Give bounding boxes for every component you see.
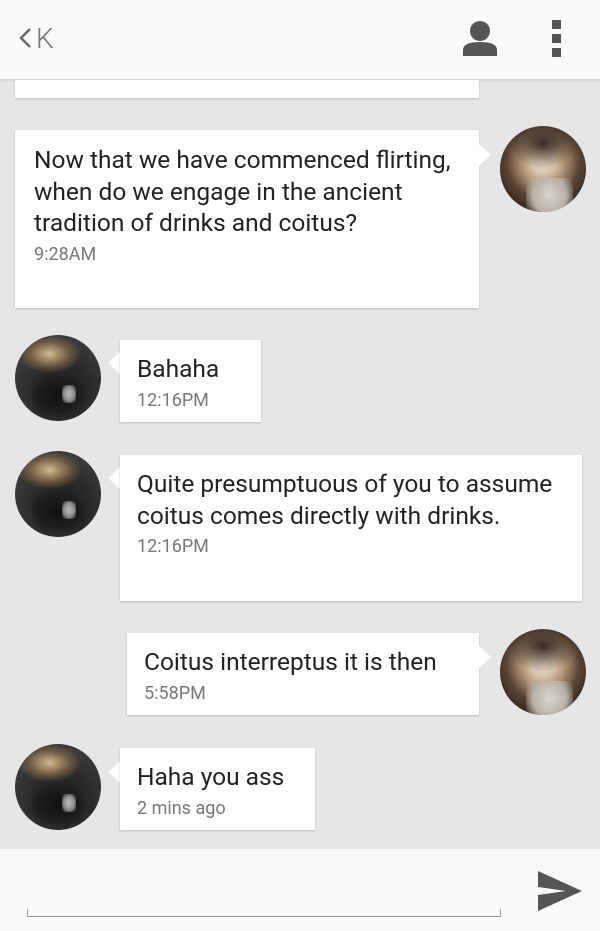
message-time: 12:16PM bbox=[137, 536, 209, 557]
my-avatar[interactable] bbox=[500, 126, 586, 212]
message-bubble: Haha you ass 2 mins ago bbox=[120, 748, 315, 830]
send-icon[interactable] bbox=[536, 867, 584, 915]
contact-avatar[interactable] bbox=[15, 451, 101, 537]
contact-avatar[interactable] bbox=[15, 744, 101, 830]
input-underline-edge bbox=[27, 909, 28, 917]
message-text: Coitus interreptus it is then bbox=[144, 647, 437, 676]
back-button[interactable]: K bbox=[18, 18, 54, 58]
person-icon[interactable] bbox=[463, 20, 497, 56]
bubble-tail bbox=[479, 646, 491, 668]
bubble-tail bbox=[108, 352, 120, 374]
chevron-left-icon bbox=[19, 28, 31, 48]
input-underline-edge bbox=[500, 909, 501, 917]
message-time: 2 mins ago bbox=[137, 797, 226, 819]
message-bubble: Quite presumptuous of you to assume coit… bbox=[120, 455, 582, 601]
message-time: 12:16PM bbox=[137, 389, 209, 411]
message-input[interactable] bbox=[27, 871, 501, 917]
message-bubble: Now that we have commenced flirting, whe… bbox=[15, 130, 479, 308]
bubble-tail bbox=[108, 467, 120, 489]
message-text: Now that we have commenced flirting, whe… bbox=[34, 145, 451, 237]
message-time: 5:58PM bbox=[144, 682, 206, 704]
contact-avatar[interactable] bbox=[15, 335, 101, 421]
compose-bar bbox=[0, 849, 600, 931]
message-text: Haha you ass bbox=[137, 762, 285, 791]
message-bubble: Coitus interreptus it is then 5:58PM bbox=[127, 633, 479, 715]
my-avatar[interactable] bbox=[500, 629, 586, 715]
message-bubble: Bahaha 12:16PM bbox=[120, 340, 261, 422]
message-list[interactable]: Now that we have commenced flirting, whe… bbox=[0, 80, 600, 848]
app-header: K bbox=[0, 0, 600, 80]
message-text: Bahaha bbox=[137, 354, 220, 383]
conversation-title: K bbox=[36, 21, 54, 55]
more-vertical-icon[interactable] bbox=[550, 18, 564, 58]
bubble-tail bbox=[108, 761, 120, 783]
bubble-tail bbox=[479, 144, 491, 166]
message-time: 9:28AM bbox=[34, 243, 97, 265]
partial-message-bubble bbox=[15, 80, 479, 98]
message-text: Quite presumptuous of you to assume coit… bbox=[137, 469, 553, 530]
